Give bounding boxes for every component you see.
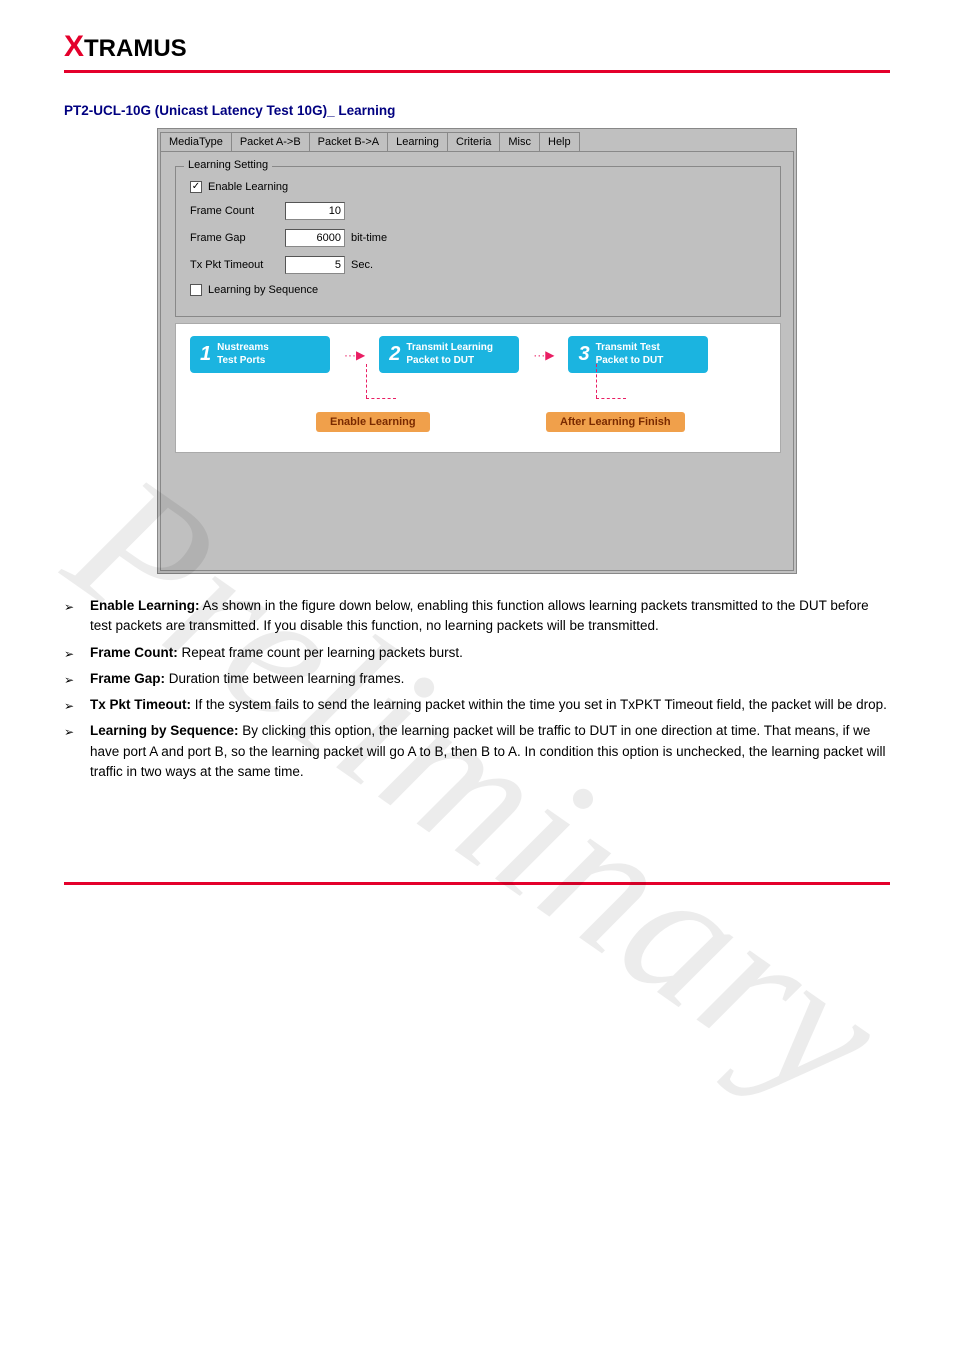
list-text: Learning by Sequence: By clicking this o… (90, 721, 890, 782)
enable-learning-checkbox[interactable]: ✓ (190, 181, 202, 193)
diagram-box-1-text: Nustreams Test Ports (217, 342, 269, 367)
diagram-box-1-line2: Test Ports (217, 355, 265, 366)
dashed-line-icon (366, 398, 396, 399)
list-text: Frame Gap: Duration time between learnin… (90, 669, 404, 689)
list-item: ➢ Frame Gap: Duration time between learn… (64, 669, 890, 689)
settings-panel: MediaType Packet A->B Packet B->A Learni… (157, 128, 797, 574)
arrow-icon: ···▶ (533, 348, 554, 362)
diagram-box-1-num: 1 (200, 343, 211, 366)
header: XTRAMUS (64, 30, 890, 73)
dashed-line-icon (596, 398, 626, 399)
list-bold: Enable Learning: (90, 598, 200, 613)
tab-help[interactable]: Help (539, 132, 580, 151)
list-bold: Tx Pkt Timeout: (90, 697, 191, 712)
diagram-box-1: 1 Nustreams Test Ports (190, 336, 330, 373)
learning-by-sequence-checkbox[interactable] (190, 284, 202, 296)
diagram-label-enable-learning: Enable Learning (316, 412, 430, 432)
arrow-icon: ···▶ (344, 348, 365, 362)
bullet-icon: ➢ (64, 645, 80, 665)
bullet-icon: ➢ (64, 697, 80, 717)
learning-diagram: 1 Nustreams Test Ports ···▶ 2 Transmit L… (175, 323, 781, 453)
bullet-icon: ➢ (64, 723, 80, 784)
tab-learning[interactable]: Learning (387, 132, 448, 152)
list-item: ➢ Enable Learning: As shown in the figur… (64, 596, 890, 637)
screenshot-wrap: MediaType Packet A->B Packet B->A Learni… (64, 128, 890, 574)
list-body: As shown in the figure down below, enabl… (90, 598, 869, 633)
list-body: If the system fails to send the learning… (191, 697, 887, 712)
diagram-box-3-line2: Packet to DUT (596, 355, 664, 366)
enable-learning-label: Enable Learning (208, 181, 288, 193)
diagram-box-2-num: 2 (389, 343, 400, 366)
list-body: Duration time between learning frames. (165, 671, 404, 686)
learning-by-sequence-label: Learning by Sequence (208, 284, 318, 296)
bullet-list: ➢ Enable Learning: As shown in the figur… (64, 596, 890, 782)
tab-body: Learning Setting ✓ Enable Learning Frame… (160, 151, 794, 571)
list-bold: Frame Gap: (90, 671, 165, 686)
list-item: ➢ Tx Pkt Timeout: If the system fails to… (64, 695, 890, 715)
groupbox-title: Learning Setting (184, 159, 272, 171)
section-title: PT2-UCL-10G (Unicast Latency Test 10G)_ … (64, 103, 890, 118)
learning-by-sequence-row: Learning by Sequence (190, 284, 766, 296)
list-item: ➢ Learning by Sequence: By clicking this… (64, 721, 890, 782)
diagram-box-3-line1: Transmit Test (596, 342, 660, 353)
tx-timeout-label: Tx Pkt Timeout (190, 259, 285, 271)
bullet-icon: ➢ (64, 671, 80, 691)
tab-criteria[interactable]: Criteria (447, 132, 500, 151)
learning-setting-group: Learning Setting ✓ Enable Learning Frame… (175, 166, 781, 317)
tx-timeout-input[interactable] (285, 256, 345, 274)
frame-gap-unit: bit-time (351, 232, 387, 244)
diagram-box-1-line1: Nustreams (217, 342, 269, 353)
frame-count-row: Frame Count (190, 202, 766, 220)
diagram-box-2-text: Transmit Learning Packet to DUT (406, 342, 493, 367)
tx-timeout-row: Tx Pkt Timeout Sec. (190, 256, 766, 274)
enable-learning-row: ✓ Enable Learning (190, 181, 766, 193)
logo-x: X (64, 30, 84, 63)
tab-bar: MediaType Packet A->B Packet B->A Learni… (158, 129, 796, 151)
list-text: Enable Learning: As shown in the figure … (90, 596, 890, 637)
tab-packet-b-a[interactable]: Packet B->A (309, 132, 388, 151)
list-bold: Frame Count: (90, 645, 178, 660)
list-bold: Learning by Sequence: (90, 723, 239, 738)
logo: XTRAMUS (64, 35, 187, 62)
logo-rest: TRAMUS (84, 35, 187, 62)
diagram-box-2-line1: Transmit Learning (406, 342, 493, 353)
diagram-row: 1 Nustreams Test Ports ···▶ 2 Transmit L… (190, 336, 766, 373)
dashed-line-icon (366, 364, 367, 398)
frame-gap-input[interactable] (285, 229, 345, 247)
frame-gap-label: Frame Gap (190, 232, 285, 244)
dashed-line-icon (596, 364, 597, 398)
list-body: Repeat frame count per learning packets … (178, 645, 463, 660)
frame-count-input[interactable] (285, 202, 345, 220)
frame-count-label: Frame Count (190, 205, 285, 217)
diagram-label-after-learning: After Learning Finish (546, 412, 685, 432)
tab-mediatype[interactable]: MediaType (160, 132, 232, 151)
tab-misc[interactable]: Misc (499, 132, 540, 151)
tab-packet-a-b[interactable]: Packet A->B (231, 132, 310, 151)
diagram-box-3-num: 3 (578, 343, 589, 366)
diagram-box-3: 3 Transmit Test Packet to DUT (568, 336, 708, 373)
bullet-icon: ➢ (64, 598, 80, 639)
frame-gap-row: Frame Gap bit-time (190, 229, 766, 247)
list-text: Frame Count: Repeat frame count per lear… (90, 643, 463, 663)
list-text: Tx Pkt Timeout: If the system fails to s… (90, 695, 887, 715)
diagram-box-3-text: Transmit Test Packet to DUT (596, 342, 664, 367)
footer-rule (64, 882, 890, 885)
tx-timeout-unit: Sec. (351, 259, 373, 271)
diagram-box-2: 2 Transmit Learning Packet to DUT (379, 336, 519, 373)
diagram-box-2-line2: Packet to DUT (406, 355, 474, 366)
list-item: ➢ Frame Count: Repeat frame count per le… (64, 643, 890, 663)
